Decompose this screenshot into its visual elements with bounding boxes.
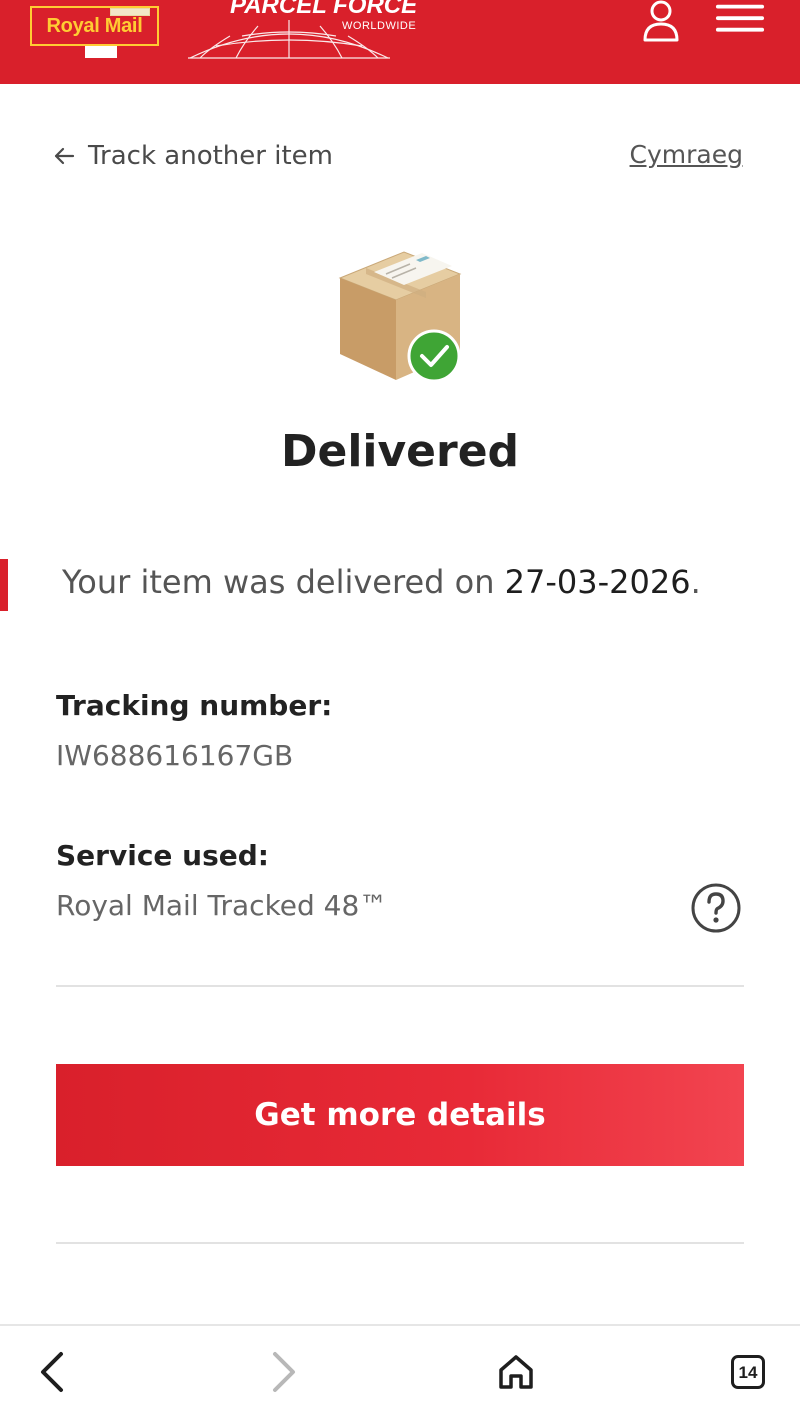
section-divider <box>56 1242 744 1244</box>
delivery-message-text: Your item was delivered on <box>62 563 505 601</box>
royal-mail-logo-tab <box>85 46 117 58</box>
parcel-delivered-icon <box>336 248 464 388</box>
browser-toolbar: 14 <box>0 1324 800 1422</box>
browser-forward-button[interactable] <box>256 1344 312 1400</box>
delivery-status-title: Delivered <box>280 426 520 477</box>
arrow-left-icon <box>52 144 76 168</box>
get-more-details-button[interactable]: Get more details <box>56 1064 744 1166</box>
tracking-number-label: Tracking number: <box>56 689 333 722</box>
service-used-label: Service used: <box>56 839 269 872</box>
tracking-number-value: IW688616167GB <box>56 739 294 772</box>
site-header: Royal Mail PARCEL FORCE WORLDWIDE <box>0 0 800 84</box>
status-side-marker <box>0 559 8 611</box>
language-toggle-link[interactable]: Cymraeg <box>630 140 743 170</box>
tab-count-badge: 14 <box>731 1355 765 1389</box>
browser-home-button[interactable] <box>488 1344 544 1400</box>
browser-back-button[interactable] <box>24 1344 80 1400</box>
service-help-button[interactable] <box>690 882 742 934</box>
royal-mail-logo-text: Royal Mail <box>46 15 143 37</box>
service-used-value: Royal Mail Tracked 48™ <box>56 889 388 922</box>
parcelforce-logo-subtitle: WORLDWIDE <box>342 20 417 32</box>
track-another-item-label: Track another item <box>88 141 333 171</box>
user-icon <box>643 0 679 42</box>
chevron-right-icon <box>273 1352 295 1392</box>
delivery-date: 27-03-2026 <box>504 563 691 601</box>
home-icon <box>499 1355 533 1389</box>
delivery-message: Your item was delivered on 27-03-2026. <box>62 560 701 604</box>
delivery-message-end: . <box>690 563 701 601</box>
section-divider <box>56 985 744 987</box>
parcelforce-logo[interactable]: PARCEL FORCE WORLDWIDE <box>186 0 417 62</box>
browser-tabs-button[interactable]: 14 <box>720 1344 776 1400</box>
menu-button[interactable] <box>715 0 765 44</box>
account-button[interactable] <box>636 0 686 44</box>
chevron-left-icon <box>41 1352 63 1392</box>
track-another-item-link[interactable]: Track another item <box>52 138 333 174</box>
question-circle-icon <box>691 883 741 933</box>
parcelforce-logo-text: PARCEL FORCE <box>230 0 418 19</box>
royal-mail-logo[interactable]: Royal Mail <box>30 6 159 46</box>
hamburger-menu-icon <box>715 4 765 32</box>
